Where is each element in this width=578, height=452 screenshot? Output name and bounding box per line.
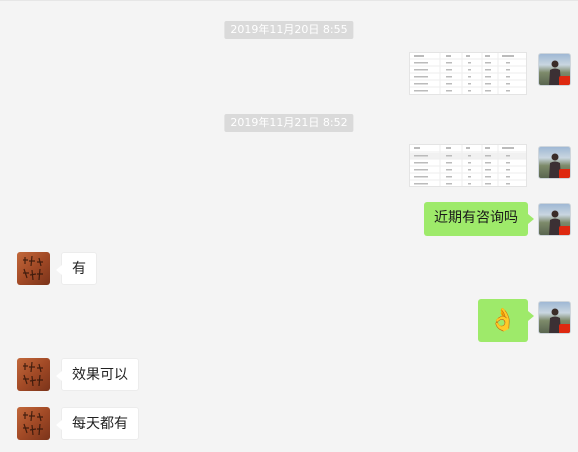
calligraphy-icon [23,410,43,436]
incoming-message-bubble[interactable]: 有 [56,252,97,285]
my-avatar[interactable] [538,301,571,334]
my-avatar[interactable] [538,146,571,179]
outgoing-message-bubble[interactable]: 近期有咨询吗 [424,202,534,236]
my-avatar[interactable] [538,203,571,236]
calligraphy-icon [23,255,43,281]
incoming-message-bubble[interactable]: 每天都有 [56,407,139,440]
contact-avatar[interactable] [17,252,50,285]
my-avatar[interactable] [538,53,571,86]
flag-icon [559,324,570,333]
contact-avatar[interactable] [17,358,50,391]
flag-icon [559,226,570,235]
spreadsheet-thumbnail-icon [410,53,526,94]
contact-avatar[interactable] [17,407,50,440]
timestamp-badge: 2019年11月20日 8:55 [224,21,354,39]
incoming-message-bubble[interactable]: 效果可以 [56,358,139,391]
outgoing-emoji-bubble[interactable]: 👌 [478,299,534,342]
image-message-spreadsheet[interactable] [409,52,527,95]
chat-window: 2019年11月20日 8:55 2019年11月21日 8:52 近期有咨询吗… [0,0,578,452]
timestamp-badge: 2019年11月21日 8:52 [224,114,354,132]
spreadsheet-thumbnail-icon [410,145,526,186]
image-message-spreadsheet[interactable] [409,144,527,187]
flag-icon [559,169,570,178]
flag-icon [559,76,570,85]
calligraphy-icon [23,361,43,387]
ok-hand-icon: 👌 [489,307,517,333]
